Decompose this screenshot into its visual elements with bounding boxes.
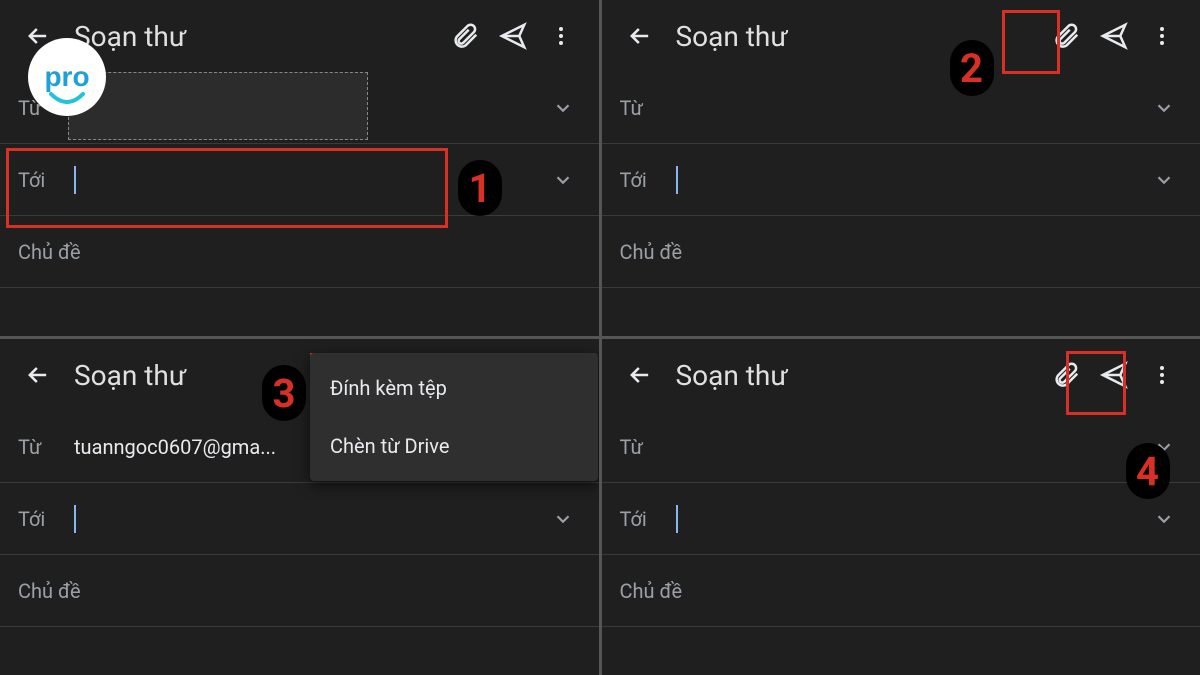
arrow-left-icon: [626, 22, 654, 50]
from-label: Từ: [620, 96, 676, 120]
compose-panel-4: Soạn thư Từ Tới Chủ đề 4: [602, 339, 1200, 675]
paperclip-icon: [1051, 21, 1081, 51]
from-row[interactable]: Từ: [602, 411, 1200, 483]
chevron-down-icon[interactable]: [545, 508, 581, 530]
chevron-down-icon[interactable]: [545, 169, 581, 191]
menu-insert-drive[interactable]: Chèn từ Drive: [310, 417, 598, 475]
send-icon: [1099, 360, 1129, 390]
logo-text: pro: [44, 61, 89, 93]
text-cursor: [74, 166, 76, 194]
more-button[interactable]: [537, 12, 585, 60]
compose-panel-1: Soạn thư Từ Tới Chủ đề 1 pro: [0, 0, 599, 336]
arrow-left-icon: [24, 361, 52, 389]
subject-label: Chủ đề: [18, 579, 81, 603]
send-icon: [1099, 21, 1129, 51]
more-vert-icon: [1150, 363, 1174, 387]
watermark-logo: pro: [28, 38, 106, 116]
toolbar: Soạn thư: [602, 339, 1200, 411]
subject-row[interactable]: Chủ đề: [602, 555, 1200, 627]
send-button[interactable]: [489, 12, 537, 60]
more-vert-icon: [549, 24, 573, 48]
back-button[interactable]: [616, 351, 664, 399]
paperclip-icon: [1051, 360, 1081, 390]
compose-title: Soạn thư: [74, 359, 186, 392]
text-cursor: [74, 505, 76, 533]
text-cursor: [676, 166, 678, 194]
menu-attach-file[interactable]: Đính kèm tệp: [310, 359, 598, 417]
compose-panel-3: Soạn thư Từ tuanngoc0607@gma... Tới Chủ …: [0, 339, 599, 675]
to-input[interactable]: [676, 505, 1147, 533]
attach-button[interactable]: [441, 12, 489, 60]
to-row[interactable]: Tới: [0, 483, 599, 555]
from-label: Từ: [620, 435, 676, 459]
subject-row[interactable]: Chủ đề: [0, 555, 599, 627]
toolbar: Soạn thư: [602, 0, 1200, 72]
smile-icon: [47, 92, 87, 106]
send-button[interactable]: [1090, 351, 1138, 399]
to-row[interactable]: Tới: [602, 483, 1200, 555]
chevron-down-icon[interactable]: [1146, 436, 1182, 458]
compose-panel-2: Soạn thư Từ Tới Chủ đề 2: [602, 0, 1200, 336]
attach-button[interactable]: [1042, 12, 1090, 60]
from-label: Từ: [18, 435, 74, 459]
more-vert-icon: [1150, 24, 1174, 48]
to-row[interactable]: Tới: [0, 144, 599, 216]
compose-title: Soạn thư: [676, 359, 788, 392]
compose-title: Soạn thư: [676, 20, 788, 53]
to-label: Tới: [18, 507, 74, 531]
chevron-down-icon[interactable]: [1146, 97, 1182, 119]
subject-label: Chủ đề: [620, 240, 683, 264]
to-input[interactable]: [74, 166, 545, 194]
attach-menu: Đính kèm tệp Chèn từ Drive: [310, 353, 598, 481]
more-button[interactable]: [1138, 351, 1186, 399]
chevron-down-icon[interactable]: [1146, 508, 1182, 530]
to-label: Tới: [620, 168, 676, 192]
chevron-down-icon[interactable]: [1146, 169, 1182, 191]
send-icon: [498, 21, 528, 51]
back-button[interactable]: [616, 12, 664, 60]
to-label: Tới: [18, 168, 74, 192]
text-cursor: [676, 505, 678, 533]
to-label: Tới: [620, 507, 676, 531]
to-input[interactable]: [74, 505, 545, 533]
attach-button[interactable]: [1042, 351, 1090, 399]
to-row[interactable]: Tới: [602, 144, 1200, 216]
paperclip-icon: [450, 21, 480, 51]
subject-label: Chủ đề: [620, 579, 683, 603]
send-button[interactable]: [1090, 12, 1138, 60]
to-input[interactable]: [676, 166, 1147, 194]
subject-label: Chủ đề: [18, 240, 81, 264]
more-button[interactable]: [1138, 12, 1186, 60]
subject-row[interactable]: Chủ đề: [602, 216, 1200, 288]
chevron-down-icon[interactable]: [545, 97, 581, 119]
from-row[interactable]: Từ: [602, 72, 1200, 144]
back-button[interactable]: [14, 351, 62, 399]
subject-row[interactable]: Chủ đề: [0, 216, 599, 288]
arrow-left-icon: [626, 361, 654, 389]
